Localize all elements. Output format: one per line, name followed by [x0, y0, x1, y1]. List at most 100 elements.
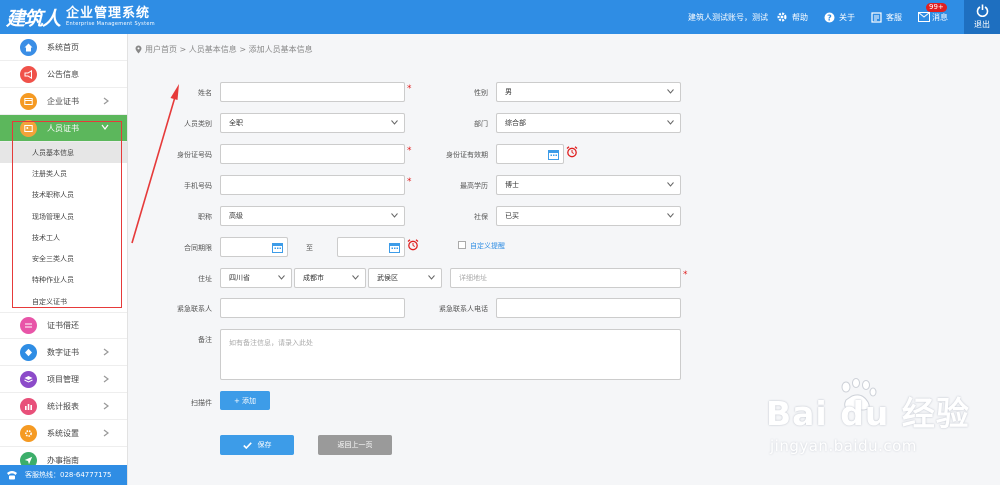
phone-icon [7, 471, 17, 480]
sidebar: 系统首页 公告信息 企业证书 人员证书 人员基本信息 注册类人员 技术职称人员 … [0, 34, 128, 485]
sidebar-item-settings[interactable]: 系统设置 [0, 420, 127, 448]
submenu-item-site-manager[interactable]: 现场管理人员 [0, 206, 127, 227]
remark-textarea[interactable]: 如有备注信息，请录入此处 [220, 329, 681, 380]
contract-to-label: 至 [306, 244, 313, 252]
alarm-clock-icon[interactable] [566, 146, 578, 158]
chevron-down-icon [352, 275, 359, 280]
submenu-item-person-basic[interactable]: 人员基本信息 [0, 142, 127, 164]
title-value: 高级 [229, 212, 243, 220]
sidebar-item-company-cert[interactable]: 企业证书 [0, 88, 127, 115]
help-label: 帮助 [792, 12, 808, 22]
custom-reminder-label[interactable]: 自定义提醒 [470, 241, 505, 251]
sidebar-item-person-cert[interactable]: 人员证书 [0, 115, 127, 142]
add-scan-button[interactable]: + 添加 [220, 391, 270, 410]
service-label: 客服 [886, 12, 902, 22]
title-select[interactable]: 高级 [220, 206, 405, 226]
contract-start-input[interactable] [220, 237, 288, 257]
district-value: 武侯区 [377, 274, 398, 282]
submenu-item-safety[interactable]: 安全三类人员 [0, 248, 127, 269]
breadcrumb-text: 用户首页 > 人员基本信息 > 添加人员基本信息 [145, 45, 313, 54]
chevron-down-icon [667, 182, 674, 187]
submenu-item-registered[interactable]: 注册类人员 [0, 163, 127, 184]
custom-reminder-checkbox[interactable] [458, 241, 466, 249]
education-label: 最高学历 [460, 182, 488, 190]
city-value: 成都市 [303, 274, 324, 282]
calendar-icon[interactable] [548, 149, 559, 160]
category-select[interactable]: 全职 [220, 113, 405, 133]
service-icon [871, 11, 882, 23]
chevron-down-icon [278, 275, 285, 280]
bar-chart-icon [20, 397, 37, 415]
gender-select[interactable]: 男 [496, 82, 681, 102]
sidebar-item-label: 人员证书 [47, 123, 79, 133]
submenu-item-custom-cert[interactable]: 自定义证书 [0, 291, 127, 312]
hotline-text: 客服热线：028-64777175 [25, 471, 112, 479]
submenu-item-special[interactable]: 特种作业人员 [0, 270, 127, 291]
save-button[interactable]: 保存 [220, 435, 294, 455]
idcard-valid-date-input[interactable] [496, 144, 564, 164]
sidebar-item-label: 统计报表 [47, 401, 79, 411]
help-button[interactable]: 帮助 [776, 11, 808, 23]
city-select[interactable]: 成都市 [294, 268, 366, 288]
address-detail-input[interactable]: 详细地址 [450, 268, 681, 288]
gender-label: 性别 [474, 89, 488, 97]
sidebar-item-label: 证书借还 [47, 321, 79, 331]
chevron-right-icon [103, 348, 109, 356]
sidebar-item-label: 系统设置 [47, 428, 79, 438]
sidebar-item-label: 系统首页 [47, 42, 79, 52]
logo-subtitle: Enterprise Management System [66, 21, 155, 27]
scan-label: 扫描件 [191, 399, 212, 407]
calendar-icon[interactable] [272, 242, 283, 253]
name-input[interactable] [220, 82, 405, 102]
service-button[interactable]: 客服 [871, 11, 902, 23]
breadcrumb: 用户首页 > 人员基本信息 > 添加人员基本信息 [135, 44, 313, 55]
checkmark-icon [242, 441, 252, 449]
alarm-clock-icon[interactable] [407, 239, 419, 251]
chevron-down-icon [667, 213, 674, 218]
category-value: 全职 [229, 119, 243, 127]
about-button[interactable]: ? 关于 [824, 12, 855, 23]
megaphone-icon [20, 65, 37, 83]
gender-value: 男 [505, 88, 512, 96]
sidebar-item-project[interactable]: 项目管理 [0, 366, 127, 394]
department-select[interactable]: 综合部 [496, 113, 681, 133]
chevron-down-icon [391, 120, 398, 125]
phone-label: 手机号码 [184, 182, 212, 190]
title-label: 职称 [198, 213, 212, 221]
district-select[interactable]: 武侯区 [368, 268, 442, 288]
save-label: 保存 [257, 441, 272, 449]
back-button[interactable]: 返回上一页 [318, 435, 392, 455]
submenu-item-tech-worker[interactable]: 技术工人 [0, 227, 127, 248]
social-select[interactable]: 已买 [496, 206, 681, 226]
mail-icon [918, 12, 930, 22]
layers-icon [20, 370, 37, 388]
person-card-icon [20, 119, 37, 137]
emergency-input[interactable] [220, 298, 405, 318]
department-label: 部门 [474, 120, 488, 128]
logout-button[interactable]: 退出 [964, 0, 1000, 34]
watermark-text: Bai du 经验 [766, 394, 970, 433]
submenu-item-tech-title[interactable]: 技术职称人员 [0, 185, 127, 206]
contract-end-input[interactable] [337, 237, 405, 257]
sidebar-item-notice[interactable]: 公告信息 [0, 61, 127, 88]
chevron-right-icon [103, 402, 109, 410]
emergency-phone-input[interactable] [496, 298, 681, 318]
social-label: 社保 [474, 213, 488, 221]
province-select[interactable]: 四川省 [220, 268, 292, 288]
sidebar-item-cert-borrow[interactable]: 证书借还 [0, 312, 127, 340]
remark-label: 备注 [198, 336, 212, 344]
emergency-phone-label: 紧急联系人电话 [439, 305, 488, 313]
sidebar-item-label: 项目管理 [47, 374, 79, 384]
sidebar-item-home[interactable]: 系统首页 [0, 34, 127, 61]
phone-input[interactable] [220, 175, 405, 195]
message-button[interactable]: 99+ 消息 [918, 2, 948, 23]
logout-label: 退出 [974, 20, 990, 29]
sidebar-item-label: 公告信息 [47, 69, 79, 79]
chevron-down-icon [101, 124, 109, 130]
calendar-icon[interactable] [389, 242, 400, 253]
idcard-input[interactable] [220, 144, 405, 164]
sidebar-item-report[interactable]: 统计报表 [0, 393, 127, 421]
education-select[interactable]: 博士 [496, 175, 681, 195]
idcard-valid-label: 身份证有效期 [446, 151, 488, 159]
sidebar-item-digital-cert[interactable]: 数字证书 [0, 339, 127, 367]
